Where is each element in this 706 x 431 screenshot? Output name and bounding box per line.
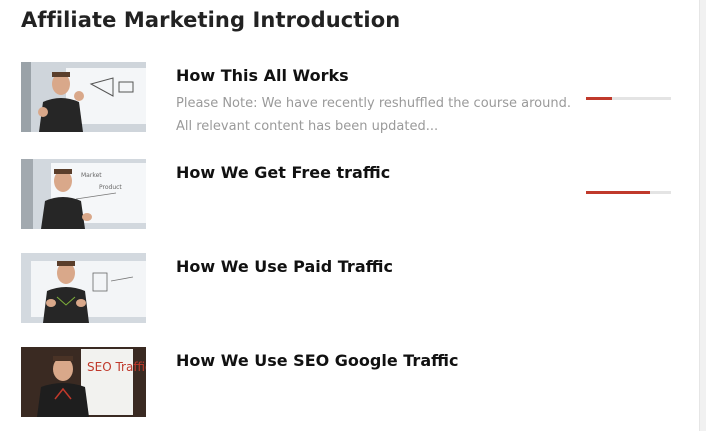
lesson-title[interactable]: How We Use Paid Traffic xyxy=(176,257,393,276)
lesson-thumbnail[interactable] xyxy=(21,62,146,132)
lesson-progress-fill xyxy=(586,97,612,100)
lesson-progress-fill xyxy=(586,191,650,194)
lesson-thumbnail[interactable]: SEO Traffic xyxy=(21,347,146,417)
lesson-description: Please Note: We have recently reshuffled… xyxy=(176,96,571,134)
lesson-item-how-we-get-free-traffic[interactable]: Market Product How We Get Free traffic xyxy=(21,159,681,231)
presenter-seo-board-icon: SEO Traffic xyxy=(21,347,146,417)
lesson-item-how-we-use-paid-traffic[interactable]: How We Use Paid Traffic xyxy=(21,253,681,325)
scrollbar-track[interactable] xyxy=(699,0,706,431)
lesson-thumbnail[interactable] xyxy=(21,253,146,323)
lesson-title[interactable]: How This All Works xyxy=(176,66,349,85)
lesson-progress-bar xyxy=(586,191,671,194)
presenter-whiteboard-icon xyxy=(21,62,146,132)
presenter-whiteboard-icon: Market Product xyxy=(21,159,146,229)
presenter-whiteboard-icon xyxy=(21,253,146,323)
thumbnail-seo-text: SEO Traffic xyxy=(87,360,146,374)
lesson-item-how-this-all-works[interactable]: How This All Works Please Note: We have … xyxy=(21,62,681,134)
lesson-title[interactable]: How We Use SEO Google Traffic xyxy=(176,351,458,370)
lesson-title[interactable]: How We Get Free traffic xyxy=(176,163,390,182)
lesson-progress-bar xyxy=(586,97,671,100)
lesson-thumbnail[interactable]: Market Product xyxy=(21,159,146,229)
svg-text:Market: Market xyxy=(81,172,102,179)
svg-text:Product: Product xyxy=(99,184,122,191)
lesson-item-how-we-use-seo-google-traffic[interactable]: SEO Traffic How We Use SEO Google Traffi… xyxy=(21,347,681,419)
section-title: Affiliate Marketing Introduction xyxy=(21,8,401,32)
